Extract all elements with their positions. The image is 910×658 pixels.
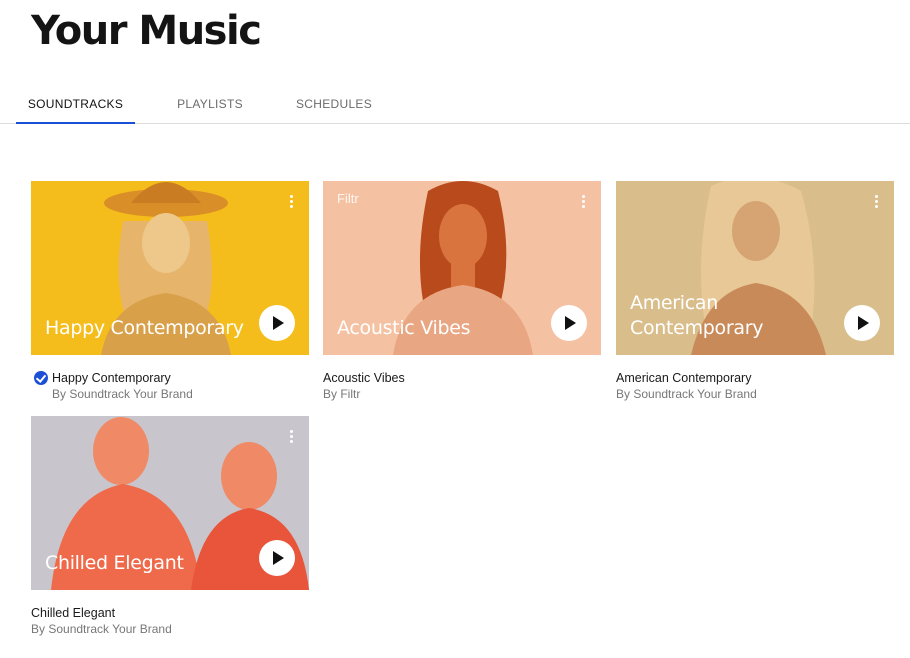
card-name[interactable]: Happy Contemporary [52,371,309,385]
card-curator-tag: Filtr [337,191,359,206]
card-art-title: Chilled Elegant [45,552,184,574]
card-by: By Soundtrack Your Brand [31,622,172,636]
card-name[interactable]: Chilled Elegant [31,606,309,620]
more-vertical-icon[interactable] [575,193,591,213]
tab-schedules[interactable]: SCHEDULES [284,88,384,123]
play-icon[interactable] [259,305,295,341]
card-art-title: American Contemporary [630,292,764,339]
page-title: Your Music [31,8,262,54]
more-vertical-icon[interactable] [283,193,299,213]
card-meta: Chilled Elegant By Soundtrack Your Brand [31,590,309,640]
soundtrack-card-chilled-elegant[interactable]: Chilled Elegant Chilled Elegant By Sound… [31,416,309,640]
card-by: By Soundtrack Your Brand [616,387,757,401]
card-art-title: Acoustic Vibes [337,317,471,339]
play-icon[interactable] [259,540,295,576]
check-circle-icon [34,371,48,385]
tab-bar: SOUNDTRACKS PLAYLISTS SCHEDULES [0,88,910,124]
card-by: By Filtr [323,387,361,401]
card-meta: American Contemporary By Soundtrack Your… [616,355,894,405]
card-art-title: Happy Contemporary [45,317,244,339]
card-meta: Acoustic Vibes By Filtr [323,355,601,405]
more-vertical-icon[interactable] [868,193,884,213]
card-by: By Soundtrack Your Brand [52,387,193,401]
card-artwork[interactable]: Chilled Elegant [31,416,309,590]
more-vertical-icon[interactable] [283,428,299,448]
soundtrack-card-happy-contemporary[interactable]: Happy Contemporary Happy Contemporary By… [31,181,309,405]
tab-soundtracks[interactable]: SOUNDTRACKS [16,88,135,124]
play-icon[interactable] [551,305,587,341]
card-artwork[interactable]: Happy Contemporary [31,181,309,355]
card-artwork[interactable]: American Contemporary [616,181,894,355]
card-name[interactable]: Acoustic Vibes [323,371,601,385]
soundtrack-card-american-contemporary[interactable]: American Contemporary American Contempor… [616,181,894,405]
card-artwork[interactable]: Filtr Acoustic Vibes [323,181,601,355]
play-icon[interactable] [844,305,880,341]
card-name[interactable]: American Contemporary [616,371,894,385]
card-meta: Happy Contemporary By Soundtrack Your Br… [31,355,309,405]
tab-playlists[interactable]: PLAYLISTS [160,88,260,123]
soundtrack-card-acoustic-vibes[interactable]: Filtr Acoustic Vibes Acoustic Vibes By F… [323,181,601,405]
